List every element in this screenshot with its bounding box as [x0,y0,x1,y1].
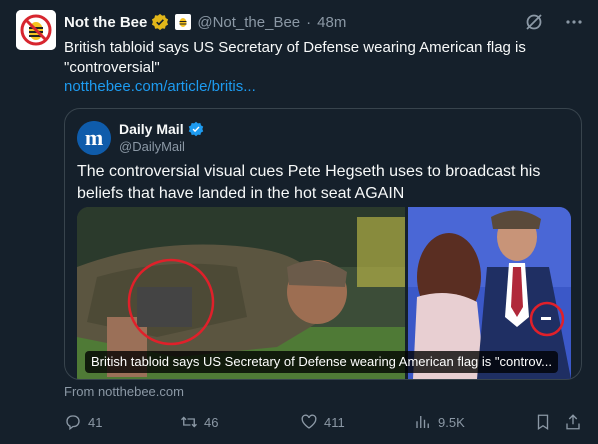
share-button[interactable] [564,412,582,432]
quote-author-name[interactable]: Daily Mail [119,121,184,137]
heart-icon [301,414,317,429]
repost-icon [181,416,197,428]
views-count: 9.5K [438,414,465,430]
source-label[interactable]: From notthebee.com [64,384,184,399]
author-handle[interactable]: @Not_the_Bee [197,14,300,31]
action-bar: 41 46 411 9.5K [64,412,582,432]
separator-dot: · [306,13,312,31]
bookmark-icon [537,414,549,431]
verified-gold-icon[interactable] [151,13,169,31]
reply-button[interactable]: 41 [64,412,102,432]
share-icon [566,414,580,430]
post-top-icons [524,12,584,32]
quote-author-avatar[interactable]: m [77,121,111,155]
post-text: British tabloid says US Secretary of Def… [64,39,526,76]
reply-icon [66,415,80,431]
quote-text: The controversial visual cues Pete Hegse… [77,163,541,202]
author-avatar[interactable] [16,10,56,50]
quoted-post[interactable]: m Daily Mail @DailyMail The controversia… [64,108,582,380]
svg-text:m: m [85,125,103,150]
views-chart-icon [416,416,429,428]
verified-blue-icon[interactable] [188,121,204,137]
repost-count: 46 [204,414,219,430]
repost-button[interactable]: 46 [180,412,218,432]
grok-slash-icon[interactable] [524,12,544,32]
quote-author-handle[interactable]: @DailyMail [119,139,185,154]
quote-author-row: Daily Mail [119,121,204,137]
like-count: 411 [324,414,345,430]
more-dots-icon[interactable] [564,12,584,32]
affiliate-badge-icon[interactable] [175,14,192,30]
post-header: Not the Bee @Not_the_Bee · 48m [64,12,346,32]
author-name[interactable]: Not the Bee [64,14,147,31]
article-link[interactable]: notthebee.com/article/britis... [64,78,256,95]
daily-mail-logo: m [77,121,111,155]
post-timestamp[interactable]: 48m [317,14,346,31]
views-button[interactable]: 9.5K [414,412,465,432]
media-caption: British tabloid says US Secretary of Def… [85,351,559,373]
not-the-bee-logo [16,10,56,50]
quote-media[interactable]: British tabloid says US Secretary of Def… [77,207,571,379]
reply-count: 41 [88,414,103,430]
bookmark-button[interactable] [534,412,552,432]
like-button[interactable]: 411 [300,412,345,432]
